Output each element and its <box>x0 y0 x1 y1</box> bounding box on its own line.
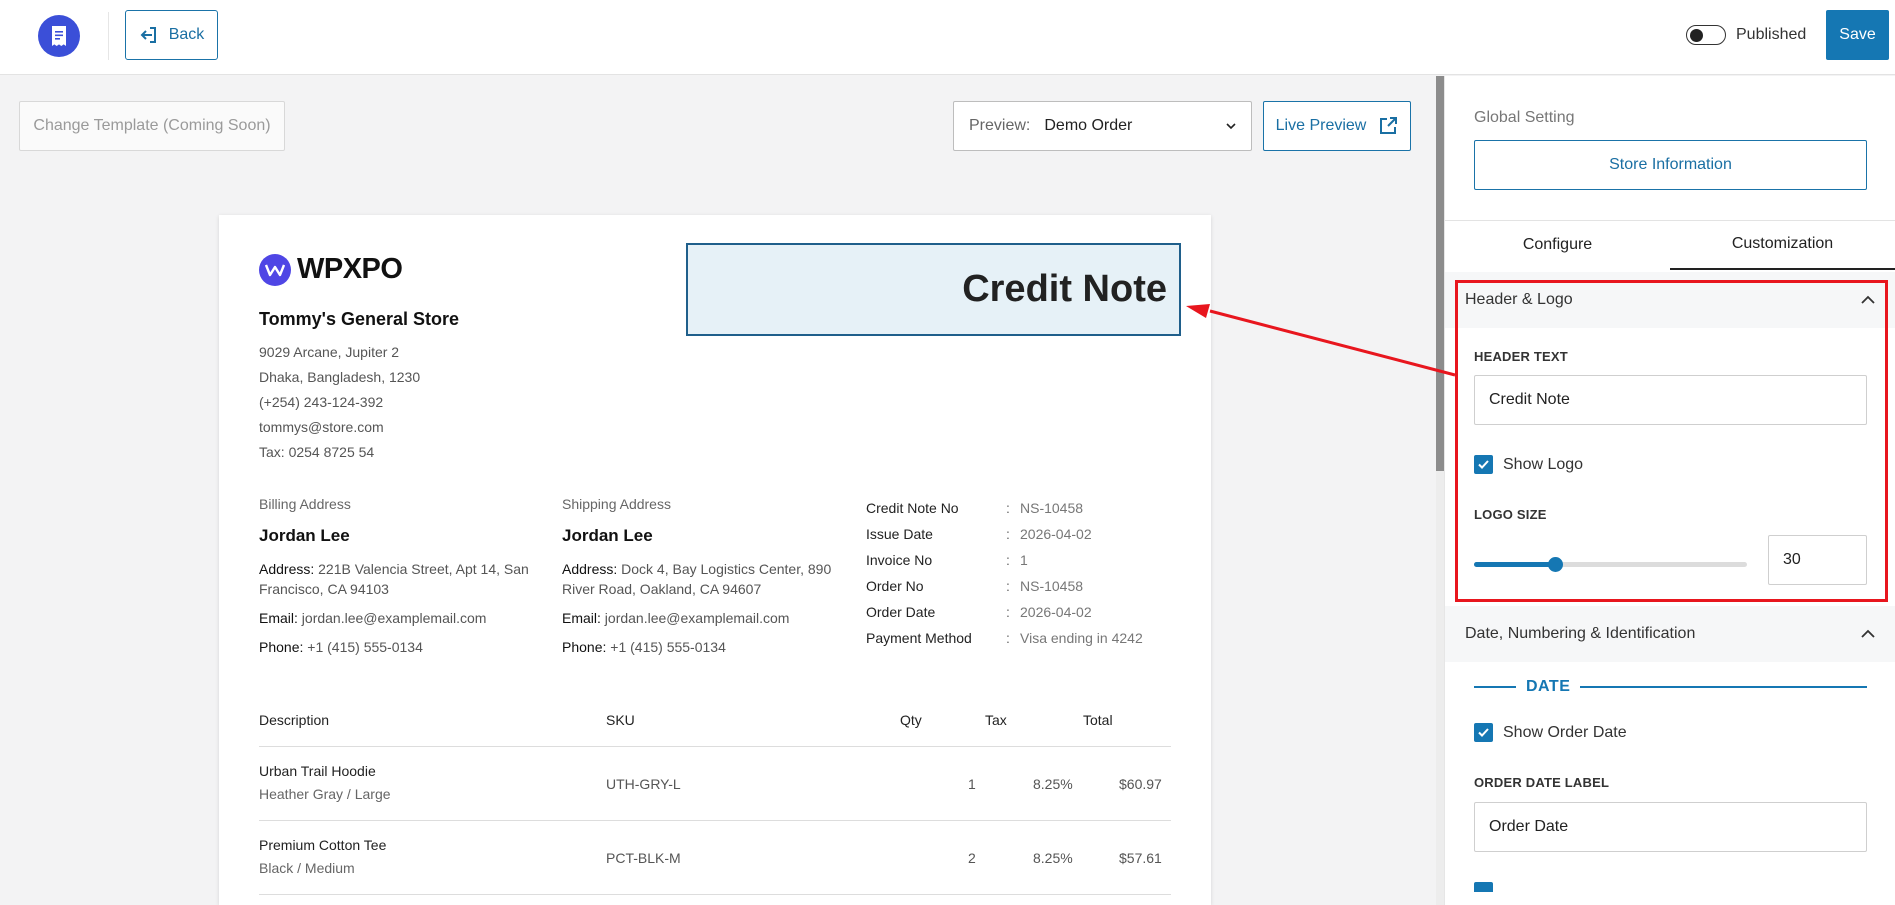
order-date-label-caption: ORDER DATE LABEL <box>1474 775 1610 790</box>
table-row: Urban Trail Hoodie Heather Gray / Large … <box>259 747 1171 821</box>
divider <box>108 12 109 60</box>
back-arrow-icon <box>140 27 156 43</box>
store-line: Dhaka, Bangladesh, 1230 <box>259 369 421 385</box>
live-preview-button[interactable]: Live Preview <box>1263 101 1411 151</box>
shipping-phone: Phone: +1 (415) 555-0134 <box>562 639 726 655</box>
external-link-icon <box>1380 117 1398 134</box>
preview-select[interactable]: Preview: Demo Order <box>953 101 1252 151</box>
checkbox-checked-icon[interactable] <box>1474 723 1493 742</box>
show-order-date-checkbox[interactable]: Show Order Date <box>1474 723 1627 742</box>
chevron-down-icon <box>1226 123 1236 130</box>
store-information-button[interactable]: Store Information <box>1474 140 1867 190</box>
meta-row: Issue Date:2026-04-02 <box>866 526 1092 542</box>
shipping-name: Jordan Lee <box>562 526 653 545</box>
billing-address-line: Address: 221B Valencia Street, Apt 14, S… <box>259 561 529 597</box>
top-bar: Back Published Save <box>0 0 1895 75</box>
store-name: Tommy's General Store <box>259 309 460 329</box>
store-line: 9029 Arcane, Jupiter 2 <box>259 344 400 360</box>
receipt-icon[interactable] <box>38 15 80 57</box>
col-tax: Tax <box>985 712 1007 728</box>
col-description: Description <box>259 712 330 728</box>
item-qty: 1 <box>968 776 976 792</box>
item-total: $60.97 <box>1119 776 1162 792</box>
store-line: Tax: 0254 8725 54 <box>259 444 375 460</box>
store-address: 9029 Arcane, Jupiter 2 Dhaka, Bangladesh… <box>259 340 420 465</box>
meta-row: Order Date:2026-04-02 <box>866 604 1092 620</box>
meta-row: Order No: NS-10458 <box>866 578 1084 594</box>
item-variant: Black / Medium <box>259 860 355 876</box>
date-numbering-section[interactable]: Date, Numbering & Identification <box>1445 606 1895 662</box>
credit-note-document: WPXPO Tommy's General Store 9029 Arcane,… <box>219 215 1211 905</box>
item-total: $57.61 <box>1119 850 1162 866</box>
change-template-button[interactable]: Change Template (Coming Soon) <box>19 101 285 151</box>
preview-label: Preview: <box>969 117 1031 134</box>
document-meta: Credit Note No: NS-10458 Issue Date:2026-… <box>866 495 1143 651</box>
wpxpo-logo-icon <box>259 253 291 286</box>
shipping-email: Email: jordan.lee@examplemail.com <box>562 610 790 626</box>
store-line: tommys@store.com <box>259 419 384 435</box>
meta-row: Invoice No:1 <box>866 552 1028 568</box>
published-toggle[interactable] <box>1686 25 1726 45</box>
back-label: Back <box>168 26 205 43</box>
brand-logo: WPXPO <box>259 253 403 286</box>
meta-row: Credit Note No: NS-10458 <box>866 500 1084 516</box>
section-title: Date, Numbering & Identification <box>1465 625 1696 642</box>
published-label: Published <box>1736 26 1807 43</box>
header-title: Credit Note <box>962 268 1167 310</box>
shipping-address: Shipping Address Jordan Lee Address: Doc… <box>562 496 852 666</box>
billing-address: Billing Address Jordan Lee Address: 221B… <box>259 496 549 666</box>
item-sku: UTH-GRY-L <box>606 776 681 792</box>
billing-title: Billing Address <box>259 496 351 512</box>
item-tax: 8.25% <box>1033 850 1073 866</box>
item-name: Premium Cotton Tee <box>259 837 387 853</box>
table-row: Premium Cotton Tee Black / Medium PCT-BL… <box>259 821 1171 895</box>
brand-name: WPXPO <box>297 253 403 285</box>
show-order-date-label: Show Order Date <box>1503 723 1627 741</box>
items-table-header: Description SKU Qty Tax Total <box>259 695 1171 747</box>
billing-name: Jordan Lee <box>259 526 350 545</box>
canvas-scrollbar-thumb[interactable] <box>1436 76 1444 471</box>
shipping-address-line: Address: Dock 4, Bay Logistics Center, 8… <box>562 561 832 597</box>
meta-row: Payment Method: Visa ending in 4242 <box>866 630 1143 646</box>
col-qty: Qty <box>900 712 922 728</box>
billing-phone: Phone: +1 (415) 555-0134 <box>259 639 423 655</box>
item-sku: PCT-BLK-M <box>606 850 681 866</box>
chevron-up-icon <box>1861 629 1875 638</box>
toggle-knob <box>1690 28 1703 42</box>
item-qty: 2 <box>968 850 976 866</box>
document-header-text[interactable]: Credit Note <box>686 243 1181 336</box>
back-button[interactable]: Back <box>125 10 218 60</box>
divider <box>1580 686 1867 688</box>
store-line: (+254) 243-124-392 <box>259 394 384 410</box>
item-tax: 8.25% <box>1033 776 1073 792</box>
billing-email: Email: jordan.lee@examplemail.com <box>259 610 487 626</box>
tab-customization[interactable]: Customization <box>1670 220 1895 270</box>
live-preview-label: Live Preview <box>1275 117 1367 134</box>
divider <box>1474 686 1516 688</box>
global-setting-label: Global Setting <box>1474 109 1575 126</box>
col-total: Total <box>1083 712 1113 728</box>
order-date-label-input[interactable]: Order Date <box>1474 802 1867 852</box>
item-variant: Heather Gray / Large <box>259 786 391 802</box>
shipping-title: Shipping Address <box>562 496 671 512</box>
preview-value: Demo Order <box>1044 117 1133 134</box>
checkbox-checked-icon[interactable] <box>1474 882 1493 892</box>
tab-configure[interactable]: Configure <box>1445 220 1670 270</box>
highlight-frame <box>1455 280 1888 602</box>
col-sku: SKU <box>606 712 635 728</box>
date-group-title: DATE <box>1474 675 1867 699</box>
save-button[interactable]: Save <box>1826 10 1889 60</box>
item-name: Urban Trail Hoodie <box>259 763 376 779</box>
date-group-label: DATE <box>1526 678 1571 695</box>
